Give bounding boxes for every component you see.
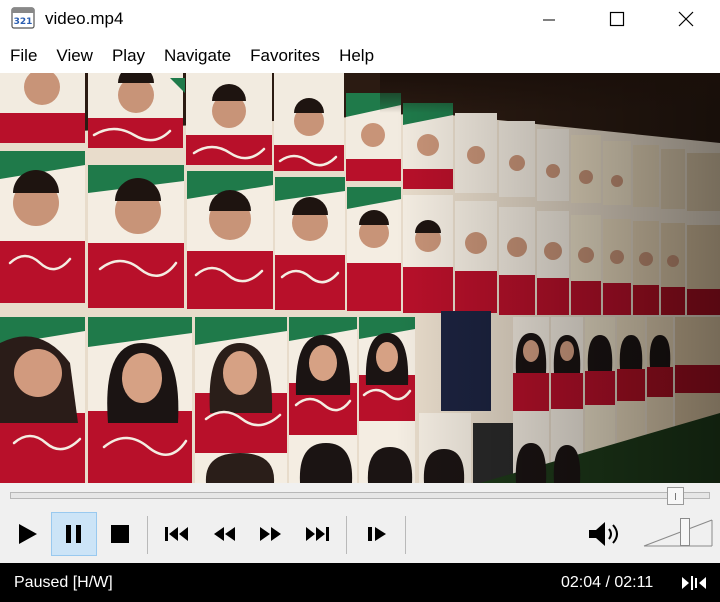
- skip-forward-button[interactable]: [294, 512, 340, 556]
- play-button[interactable]: [4, 512, 50, 556]
- stop-icon: [111, 525, 129, 543]
- menu-favorites[interactable]: Favorites: [242, 42, 328, 70]
- time-readout: 02:04 / 02:11: [561, 574, 654, 591]
- playback-controls: [0, 483, 720, 563]
- frame-step-button[interactable]: [354, 512, 400, 556]
- rewind-button[interactable]: [201, 512, 247, 556]
- fast-forward-button[interactable]: [248, 512, 294, 556]
- stop-button[interactable]: [97, 512, 143, 556]
- pause-button[interactable]: [51, 512, 97, 556]
- fast-forward-icon: [260, 527, 281, 541]
- close-button[interactable]: [663, 0, 709, 38]
- playback-state: Paused [H/W]: [14, 574, 113, 591]
- menu-file[interactable]: File: [2, 42, 45, 70]
- maximize-button[interactable]: [594, 0, 640, 38]
- menu-navigate[interactable]: Navigate: [156, 42, 239, 70]
- skip-forward-icon: [306, 527, 329, 541]
- menu-view[interactable]: View: [48, 42, 101, 70]
- minimize-button[interactable]: [526, 0, 572, 38]
- maximize-icon: [609, 11, 625, 27]
- menu-bar: File View Play Navigate Favorites Help: [0, 38, 720, 73]
- speaker-icon: [589, 522, 618, 546]
- svg-text:321: 321: [14, 17, 33, 27]
- pause-icon: [66, 525, 81, 543]
- seek-bar[interactable]: [10, 492, 710, 499]
- close-icon: [678, 11, 694, 27]
- window-title: video.mp4: [45, 9, 124, 28]
- seek-thumb[interactable]: [666, 487, 684, 505]
- toolbar-separator: [346, 516, 347, 554]
- toolbar-separator: [147, 516, 148, 554]
- mute-button[interactable]: [581, 512, 627, 556]
- skip-back-button[interactable]: [154, 512, 200, 556]
- toolbar-separator: [405, 516, 406, 554]
- skip-back-icon: [165, 527, 188, 541]
- minimize-icon: [543, 19, 555, 21]
- status-bar: Paused [H/W] 02:04 / 02:11: [0, 563, 720, 602]
- volume-slider[interactable]: [642, 516, 714, 550]
- play-icon: [19, 524, 37, 544]
- title-bar[interactable]: 321 video.mp4: [0, 0, 720, 38]
- video-image: [0, 73, 720, 483]
- video-frame[interactable]: [0, 73, 720, 483]
- menu-play[interactable]: Play: [104, 42, 153, 70]
- volume-thumb[interactable]: [680, 518, 691, 546]
- frame-step-icon: [368, 527, 386, 541]
- menu-help[interactable]: Help: [331, 42, 382, 70]
- rewind-icon: [214, 527, 235, 541]
- signal-icon: [680, 573, 708, 593]
- film-321-icon: 321: [11, 6, 35, 30]
